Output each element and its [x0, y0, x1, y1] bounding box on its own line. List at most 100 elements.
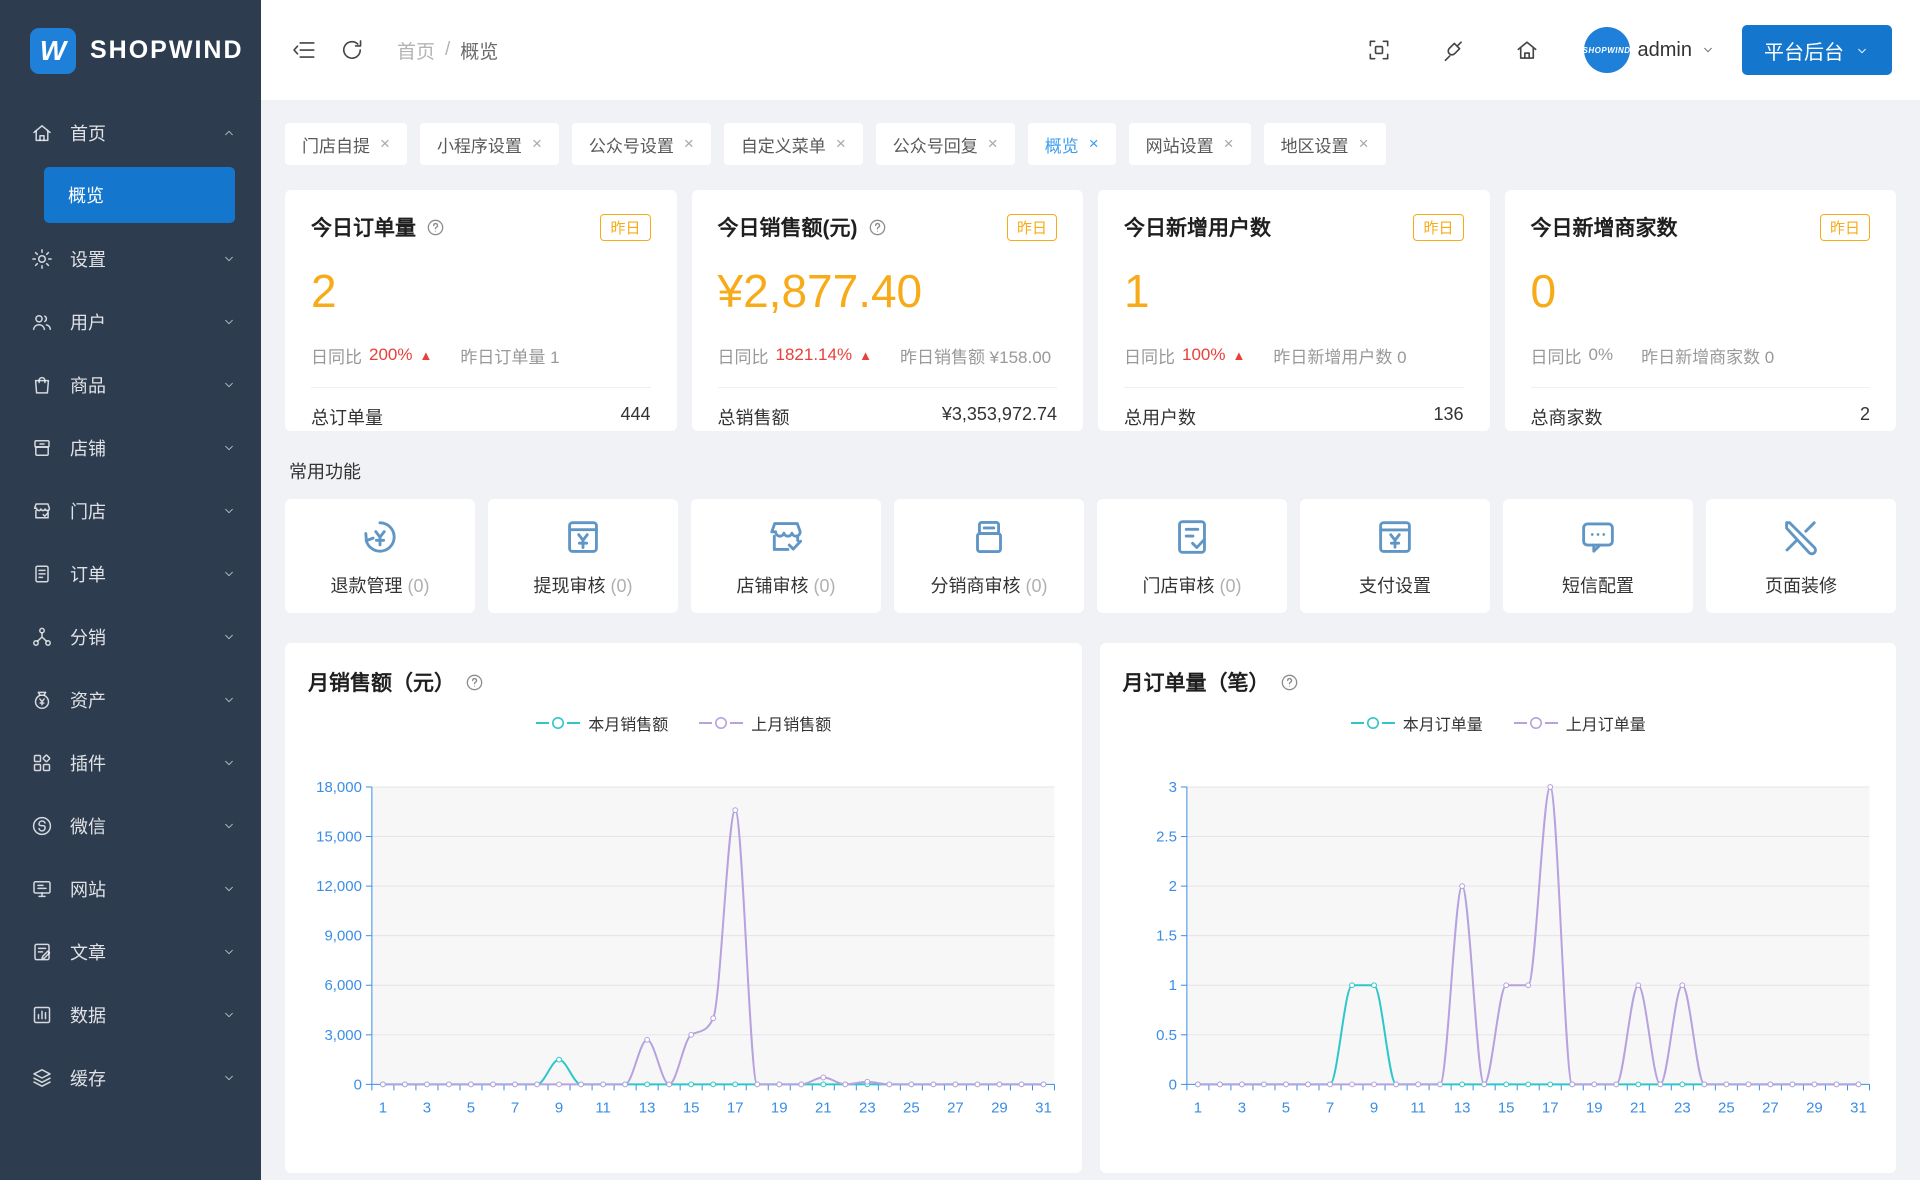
stat-card-2: 今日销售额(元) 昨日 ¥2,877.40 日同比 1821.14% ▲ 昨日销售额 ¥15…	[691, 190, 1083, 431]
yesterday-badge[interactable]: 昨日	[1006, 213, 1057, 241]
tab-close-icon[interactable]: ×	[684, 134, 694, 154]
tab-close-icon[interactable]: ×	[1359, 134, 1369, 154]
yesterday-badge[interactable]: 昨日	[600, 213, 651, 241]
fullscreen-icon	[1369, 40, 1388, 60]
svg-text:0: 0	[354, 1076, 362, 1093]
help-icon[interactable]	[867, 217, 888, 238]
topbar-actions: SHOPWIND admin 平台后台	[1362, 25, 1892, 75]
home-icon	[1517, 41, 1536, 59]
tab-8[interactable]: 地区设置 ×	[1263, 123, 1386, 165]
breadcrumb-home[interactable]: 首页	[397, 37, 435, 64]
tab-close-icon[interactable]: ×	[836, 134, 846, 154]
quick-action-3[interactable]: 店铺审核 (0)	[691, 499, 881, 613]
sidebar-item-11[interactable]: 微信	[0, 794, 261, 857]
quick-action-7[interactable]: 短信配置	[1503, 499, 1693, 613]
tab-close-icon[interactable]: ×	[1089, 134, 1099, 154]
avatar[interactable]: SHOPWIND	[1583, 27, 1630, 73]
tab-6[interactable]: 概览 ×	[1027, 123, 1116, 165]
tab-4[interactable]: 自定义菜单 ×	[723, 123, 863, 165]
yesterday-badge[interactable]: 昨日	[1413, 213, 1464, 241]
sidebar-item-13[interactable]: 文章	[0, 920, 261, 983]
collapse-menu-button[interactable]	[287, 33, 321, 67]
legend-item[interactable]: 上月销售额	[698, 711, 831, 735]
sidebar-item-5[interactable]: 店铺	[0, 416, 261, 479]
sidebar-item-label: 商品	[70, 375, 106, 396]
svg-text:19: 19	[1585, 1099, 1602, 1116]
svg-text:21: 21	[1629, 1099, 1646, 1116]
tab-label: 门店自提	[302, 136, 370, 156]
quick-action-2[interactable]: 提现审核 (0)	[488, 499, 678, 613]
sidebar-item-15[interactable]: 缓存	[0, 1046, 261, 1109]
legend-marker-icon	[699, 717, 744, 729]
tab-7[interactable]: 网站设置 ×	[1128, 123, 1251, 165]
home-button[interactable]	[1510, 33, 1544, 67]
sidebar-item-label: 店铺	[70, 438, 106, 459]
help-icon[interactable]	[1279, 672, 1300, 693]
sidebar-item-3[interactable]: 用户	[0, 290, 261, 353]
trend-up-icon: ▲	[419, 347, 433, 363]
brand-logo[interactable]: W SHOPWIND	[0, 0, 261, 101]
help-icon[interactable]	[464, 672, 485, 693]
sidebar-item-4[interactable]: 商品	[0, 353, 261, 416]
svg-text:1: 1	[1168, 977, 1176, 994]
quick-action-label: 短信配置	[1562, 576, 1634, 596]
theme-brush-button[interactable]	[1436, 33, 1470, 67]
user-menu[interactable]: SHOPWIND admin	[1583, 27, 1716, 73]
svg-text:1: 1	[1193, 1099, 1201, 1116]
tab-close-icon[interactable]: ×	[988, 134, 998, 154]
sales-line-chart[interactable]: 03,0006,0009,00012,00015,00018,0001 3 5 7 9 1…	[308, 777, 1059, 1148]
sidebar-item-1[interactable]: 首页	[0, 101, 261, 164]
fullscreen-button[interactable]	[1362, 33, 1396, 67]
sidebar-item-6[interactable]: 门店	[0, 479, 261, 542]
quick-action-4[interactable]: 分销商审核 (0)	[894, 499, 1084, 613]
sidebar-subitem-overview[interactable]: 概览	[44, 167, 235, 223]
svg-text:18,000: 18,000	[316, 779, 362, 796]
chevron-down-icon	[225, 1075, 233, 1080]
tab-close-icon[interactable]: ×	[380, 134, 390, 154]
legend-label: 本月销售额	[588, 717, 669, 734]
help-icon[interactable]	[425, 217, 446, 238]
tab-close-icon[interactable]: ×	[1224, 134, 1234, 154]
tab-3[interactable]: 公众号设置 ×	[571, 123, 711, 165]
legend-item[interactable]: 上月订单量	[1513, 711, 1646, 735]
chevron-down-icon	[1858, 48, 1866, 54]
platform-switch-button[interactable]: 平台后台	[1742, 25, 1892, 75]
tab-close-icon[interactable]: ×	[532, 134, 542, 154]
orders-line-chart[interactable]: 00.511.522.531 3 5 7 9 11 13 15 17 19 21 23 25 27 29 31	[1123, 777, 1874, 1148]
chevron-down-icon	[225, 1012, 233, 1017]
chevron-up-icon	[225, 130, 233, 135]
sidebar-item-9[interactable]: 资产	[0, 668, 261, 731]
help-icon	[869, 219, 885, 235]
sidebar-item-14[interactable]: 数据	[0, 983, 261, 1046]
tab-5[interactable]: 公众号回复 ×	[875, 123, 1015, 165]
tab-label: 概览	[1044, 136, 1079, 156]
compare-value: 200%	[369, 345, 413, 365]
quick-action-8[interactable]: 页面装修	[1706, 499, 1896, 613]
tab-2[interactable]: 小程序设置 ×	[419, 123, 559, 165]
svg-text:7: 7	[511, 1099, 519, 1116]
legend-item[interactable]: 本月订单量	[1350, 711, 1483, 735]
tab-1[interactable]: 门店自提 ×	[285, 123, 407, 165]
quick-action-5[interactable]: 门店审核 (0)	[1097, 499, 1287, 613]
sidebar-item-10[interactable]: 插件	[0, 731, 261, 794]
chevron-down-icon	[225, 319, 233, 324]
help-icon	[466, 674, 483, 690]
yesterday-badge[interactable]: 昨日	[1819, 213, 1870, 241]
sidebar-item-7[interactable]: 订单	[0, 542, 261, 605]
sidebar-item-8[interactable]: 分销	[0, 605, 261, 668]
distributor-audit-icon	[976, 520, 1002, 554]
sidebar-item-12[interactable]: 网站	[0, 857, 261, 920]
refresh-button[interactable]	[335, 33, 369, 67]
chevron-down-icon	[1704, 47, 1712, 53]
svg-text:1.5: 1.5	[1156, 928, 1177, 945]
tab-label: 公众号设置	[588, 136, 674, 156]
total-label: 总订单量	[311, 407, 383, 428]
quick-action-1[interactable]: 退款管理 (0)	[285, 499, 475, 613]
sidebar-item-label: 缓存	[70, 1068, 106, 1089]
chevron-down-icon	[225, 823, 233, 828]
quick-action-label: 退款管理 (0)	[330, 576, 430, 596]
quick-action-count: (0)	[1219, 576, 1242, 596]
legend-item[interactable]: 本月销售额	[535, 711, 668, 735]
sidebar-item-2[interactable]: 设置	[0, 227, 261, 290]
quick-action-6[interactable]: 支付设置	[1300, 499, 1490, 613]
